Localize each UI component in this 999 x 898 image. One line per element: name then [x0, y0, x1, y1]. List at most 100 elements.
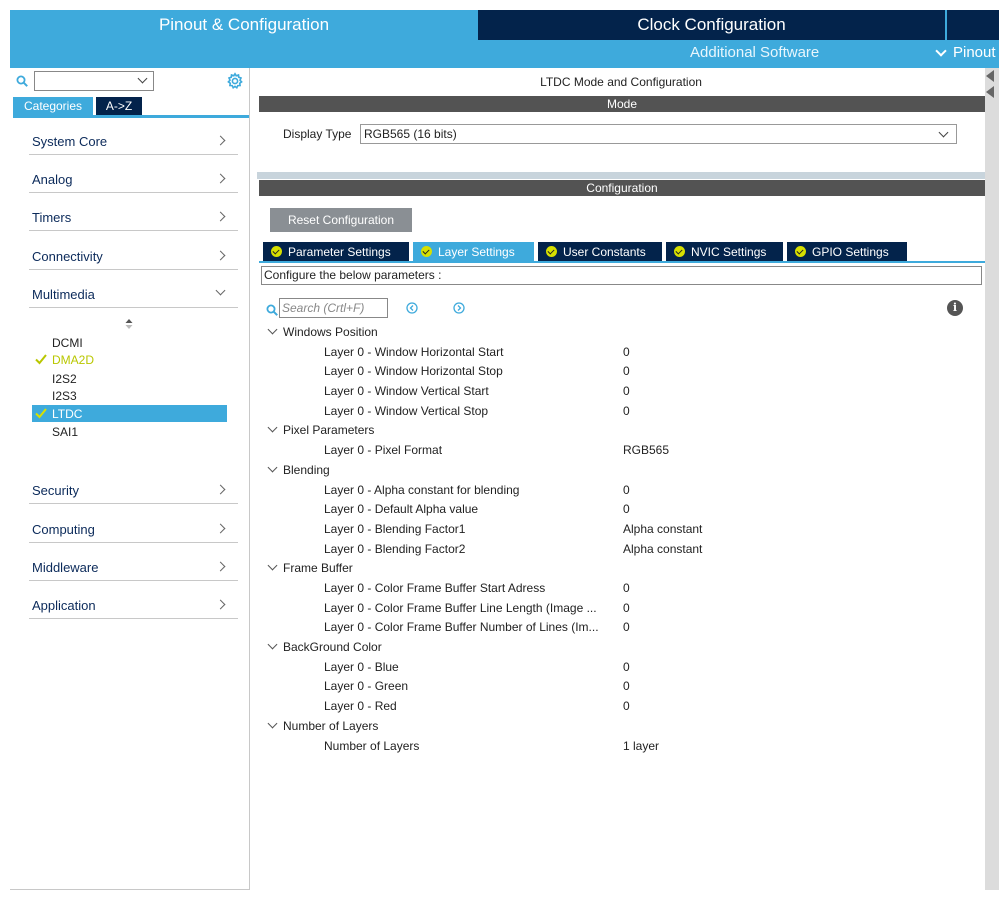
category-label: Timers — [32, 210, 72, 225]
multimedia-item-sai1[interactable]: SAI1 — [32, 423, 227, 440]
category-computing[interactable]: Computing — [29, 517, 238, 543]
scroll-up-icon[interactable] — [125, 319, 133, 329]
chevron-right-icon — [215, 211, 226, 222]
tab-categories[interactable]: Categories — [13, 97, 93, 115]
group-windows-position[interactable]: Windows Position — [283, 325, 378, 339]
param-name: Layer 0 - Pixel Format — [324, 443, 443, 457]
tab-label: NVIC Settings — [691, 244, 767, 259]
category-connectivity[interactable]: Connectivity — [29, 244, 238, 270]
category-timers[interactable]: Timers — [29, 205, 238, 231]
param-name: Number of Layers — [324, 739, 420, 753]
param-value[interactable]: 0 — [623, 384, 630, 398]
tab-user-constants[interactable]: User Constants — [538, 242, 662, 261]
category-label: Multimedia — [32, 287, 95, 302]
collapse-left-icon[interactable] — [986, 86, 994, 98]
param-value[interactable]: 0 — [623, 660, 630, 674]
param-value[interactable]: 0 — [623, 364, 630, 378]
param-name: Layer 0 - Color Frame Buffer Number of L… — [324, 620, 599, 634]
param-name: Layer 0 - Default Alpha value — [324, 502, 479, 516]
param-value[interactable]: Alpha constant — [623, 542, 702, 556]
peripheral-label: DCMI — [52, 335, 83, 350]
search-icon — [16, 75, 28, 87]
param-value[interactable]: Alpha constant — [623, 522, 702, 536]
multimedia-item-i2s2[interactable]: I2S2 — [32, 370, 227, 387]
group-blending[interactable]: Blending — [283, 463, 330, 477]
tab-a-to-z[interactable]: A->Z — [96, 97, 142, 115]
category-application[interactable]: Application — [29, 593, 238, 619]
tab-clock-configuration[interactable]: Clock Configuration — [478, 10, 945, 40]
category-middleware[interactable]: Middleware — [29, 555, 238, 581]
chevron-down-icon[interactable] — [267, 718, 278, 729]
next-result-icon[interactable] — [453, 302, 465, 314]
multimedia-item-dma2d[interactable]: DMA2D — [32, 351, 227, 368]
category-label: Connectivity — [32, 249, 103, 264]
param-value[interactable]: 0 — [623, 601, 630, 615]
category-search-combo[interactable] — [34, 71, 154, 91]
param-value[interactable]: 1 layer — [623, 739, 659, 753]
tab-nvic-settings[interactable]: NVIC Settings — [666, 242, 783, 261]
collapse-left-icon[interactable] — [986, 70, 994, 82]
param-name: Layer 0 - Window Vertical Stop — [324, 404, 489, 418]
mode-section-header: Mode — [259, 96, 985, 112]
chevron-down-icon[interactable] — [267, 639, 278, 650]
param-name: Layer 0 - Window Vertical Start — [324, 384, 489, 398]
reset-configuration-button[interactable]: Reset Configuration — [270, 208, 412, 232]
check-circle-icon — [674, 246, 685, 257]
page-title: LTDC Mode and Configuration — [540, 75, 702, 89]
param-value[interactable]: 0 — [623, 581, 630, 595]
check-circle-icon — [421, 246, 432, 257]
display-type-select[interactable]: RGB565 (16 bits) — [360, 124, 957, 144]
chevron-down-icon[interactable] — [267, 462, 278, 473]
tab-overflow[interactable] — [947, 10, 999, 40]
section-divider — [257, 172, 985, 179]
param-value[interactable]: 0 — [623, 679, 630, 693]
chevron-down-icon[interactable] — [267, 560, 278, 571]
param-value[interactable]: 0 — [623, 483, 630, 497]
peripheral-label: I2S2 — [52, 371, 77, 386]
chevron-right-icon — [215, 523, 226, 534]
param-name: Layer 0 - Green — [324, 679, 409, 693]
category-label: Analog — [32, 172, 73, 187]
parameter-search-input[interactable]: Search (Crtl+F) — [279, 298, 388, 318]
param-name: Layer 0 - Window Horizontal Stop — [324, 364, 503, 378]
param-value[interactable]: 0 — [623, 404, 630, 418]
category-system-core[interactable]: System Core — [29, 129, 238, 155]
previous-result-icon[interactable] — [406, 302, 418, 314]
chevron-right-icon — [215, 250, 226, 261]
group-number-of-layers[interactable]: Number of Layers — [283, 719, 378, 733]
multimedia-item-i2s3[interactable]: I2S3 — [32, 387, 227, 404]
peripheral-label: LTDC — [52, 406, 83, 421]
param-value[interactable]: RGB565 — [623, 443, 669, 457]
tab-pinout-configuration[interactable]: Pinout & Configuration — [10, 10, 478, 40]
category-multimedia[interactable]: Multimedia — [29, 282, 238, 308]
param-value[interactable]: 0 — [623, 620, 630, 634]
param-value[interactable]: 0 — [623, 345, 630, 359]
top-navigation-bar: Pinout & Configuration Clock Configurati… — [10, 10, 999, 68]
chevron-down-icon[interactable] — [267, 324, 278, 335]
multimedia-item-ltdc[interactable]: LTDC — [32, 405, 227, 422]
chevron-right-icon — [215, 484, 226, 495]
tab-label: GPIO Settings — [812, 244, 889, 259]
tab-layer-settings[interactable]: Layer Settings — [413, 242, 534, 261]
tab-parameter-settings[interactable]: Parameter Settings — [263, 242, 409, 261]
category-security[interactable]: Security — [29, 478, 238, 504]
group-pixel-parameters[interactable]: Pixel Parameters — [283, 423, 374, 437]
peripheral-label: SAI1 — [52, 424, 79, 439]
side-collapse-strip — [985, 68, 999, 890]
group-frame-buffer[interactable]: Frame Buffer — [283, 561, 353, 575]
chevron-right-icon — [215, 135, 226, 146]
multimedia-item-dcmi[interactable]: DCMI — [32, 334, 227, 351]
chevron-right-icon — [215, 173, 226, 184]
additional-software-menu[interactable]: Additional Software — [690, 44, 819, 61]
pinout-menu[interactable]: Pinout — [935, 44, 996, 61]
param-value[interactable]: 0 — [623, 502, 630, 516]
gear-icon[interactable] — [226, 72, 244, 90]
group-background-color[interactable]: BackGround Color — [283, 640, 382, 654]
chevron-down-icon[interactable] — [267, 422, 278, 433]
category-analog[interactable]: Analog — [29, 167, 238, 193]
param-value[interactable]: 0 — [623, 699, 630, 713]
search-icon — [266, 304, 278, 316]
display-type-value: RGB565 (16 bits) — [364, 127, 457, 141]
tab-gpio-settings[interactable]: GPIO Settings — [787, 242, 907, 261]
info-icon[interactable]: i — [947, 300, 963, 316]
